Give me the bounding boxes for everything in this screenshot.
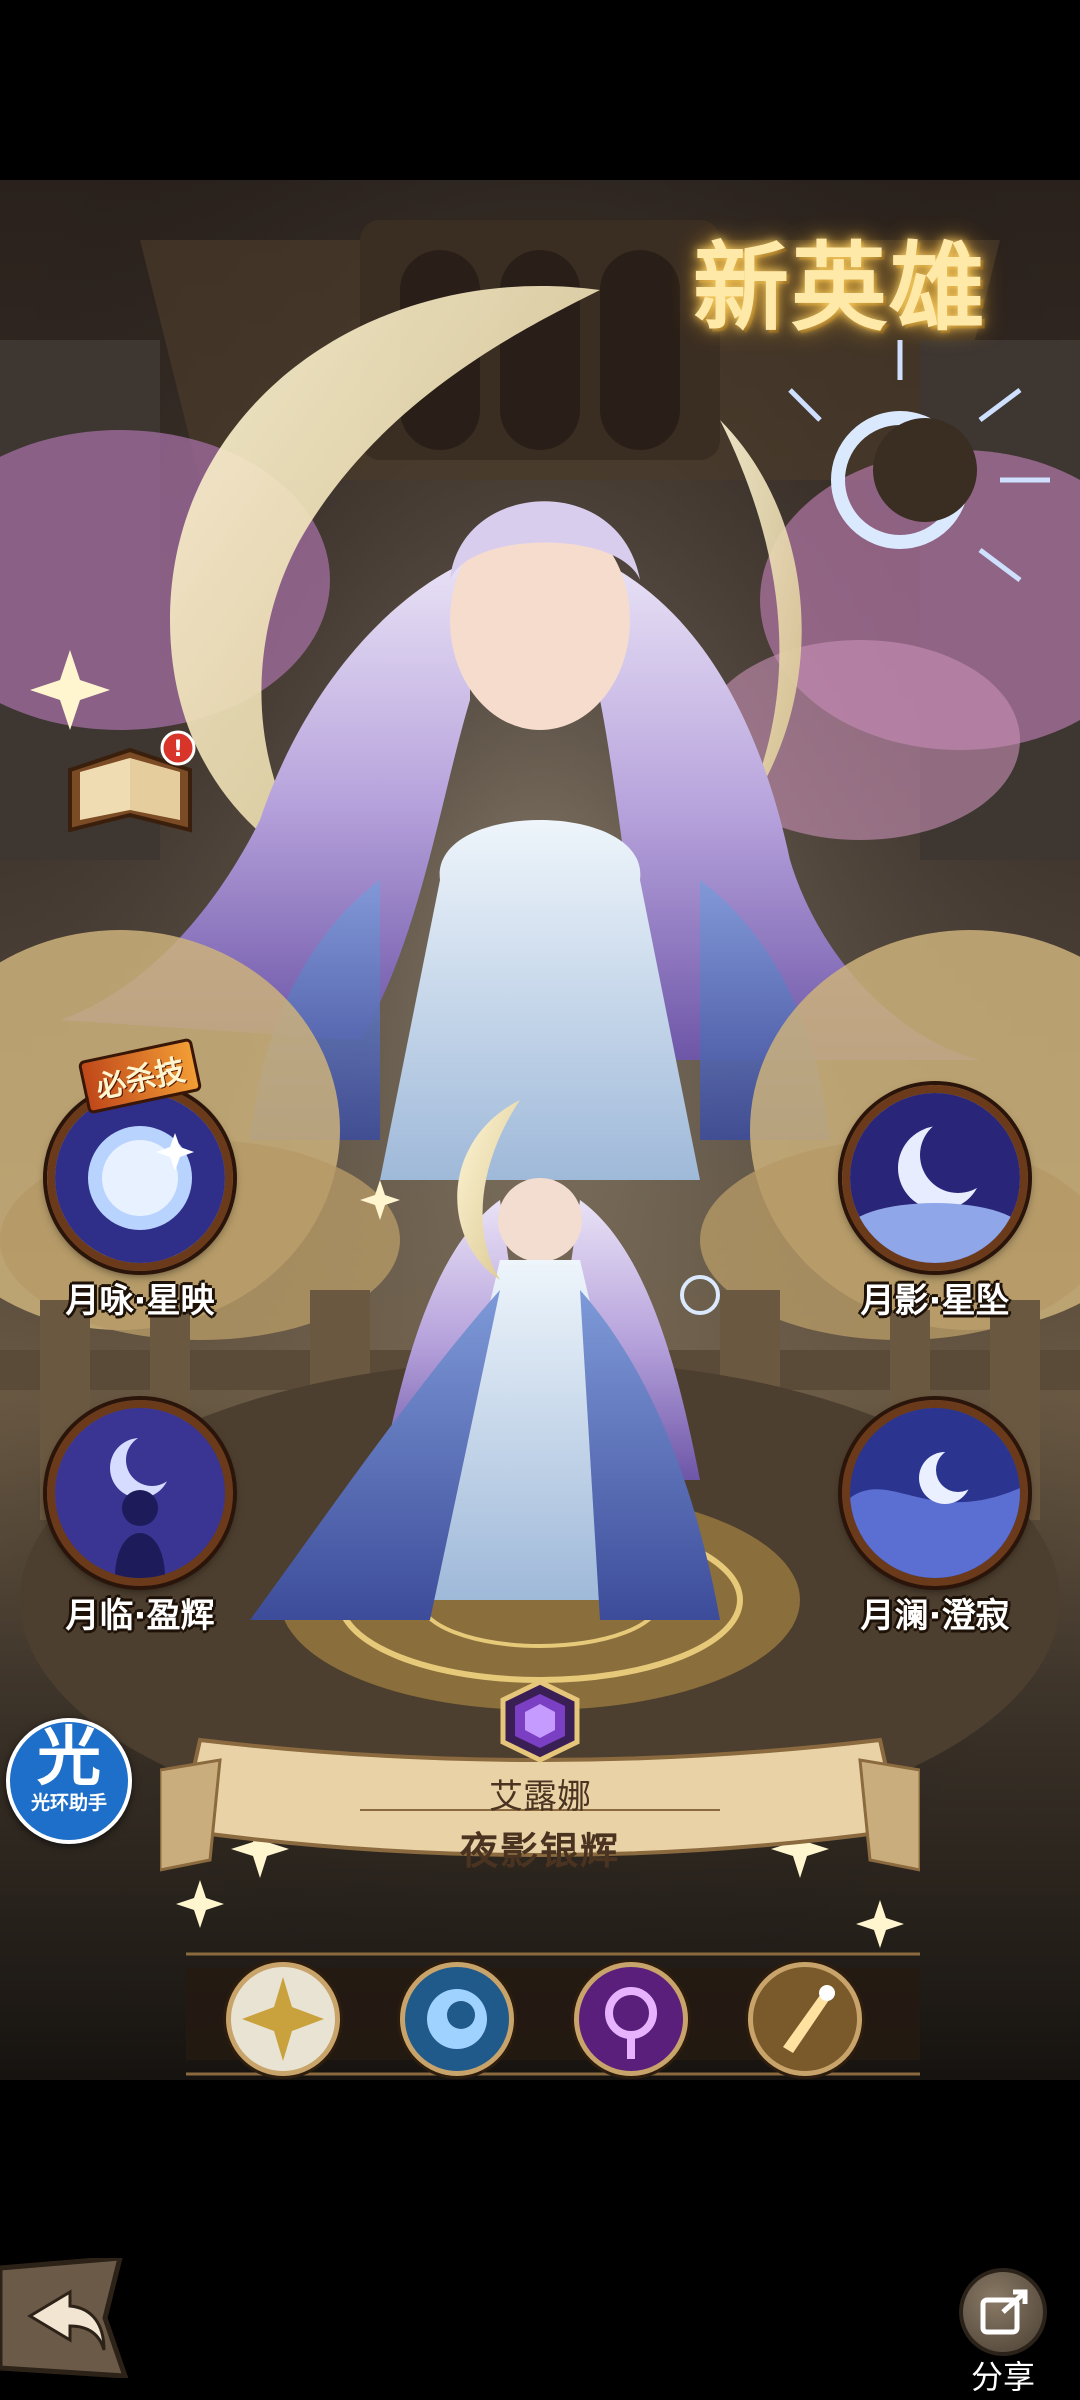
skill-label: 月影·星坠 — [860, 1281, 1010, 1321]
hero-skin-title: 夜影银辉 — [459, 1829, 620, 1873]
intelligence-icon[interactable] — [400, 1962, 514, 2076]
ultimate-skill-icon — [47, 1085, 233, 1271]
crescent-moon-skill-icon — [842, 1085, 1028, 1271]
skill-ultimate[interactable]: 月咏·星映 必杀技 — [40, 1037, 240, 1322]
hero-attribute-bar — [186, 1948, 920, 2080]
share-icon — [959, 2268, 1047, 2356]
skill-3[interactable]: 月临·盈辉 — [40, 1400, 240, 1637]
hero-name: 艾露娜 — [489, 1777, 591, 1817]
skill-label: 月咏·星映 — [65, 1281, 215, 1321]
lore-book-button[interactable]: ! — [60, 720, 200, 850]
mage-class-icon[interactable] — [574, 1962, 688, 2076]
silhouette-moon-skill-icon — [47, 1400, 233, 1586]
new-hero-title: 新英雄 — [693, 232, 987, 344]
svg-text:!: ! — [173, 737, 183, 762]
faction-gem-icon — [500, 1679, 580, 1763]
faction-celestial-icon[interactable] — [226, 1962, 340, 2076]
back-button[interactable] — [0, 2255, 130, 2379]
skill-label: 月澜·澄寂 — [860, 1596, 1010, 1636]
support-role-icon[interactable] — [748, 1962, 862, 2076]
skill-4[interactable]: 月澜·澄寂 — [835, 1400, 1035, 1637]
skill-label: 月临·盈辉 — [65, 1596, 215, 1636]
share-button[interactable]: 分享 — [948, 2268, 1058, 2398]
skill-2[interactable]: 月影·星坠 — [835, 1085, 1035, 1322]
share-label: 分享 — [970, 2358, 1035, 2396]
wave-moon-skill-icon — [842, 1400, 1028, 1586]
